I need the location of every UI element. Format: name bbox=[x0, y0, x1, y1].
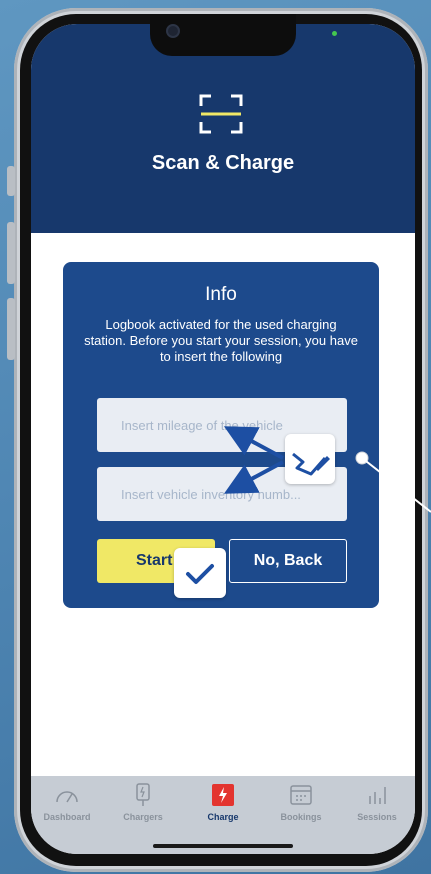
bottom-tab-bar: Dashboard Chargers Charge Bookings Sessi… bbox=[31, 776, 415, 854]
tab-sessions[interactable]: Sessions bbox=[341, 782, 413, 836]
edit-badge bbox=[285, 434, 335, 484]
check-badge bbox=[174, 548, 226, 598]
dialog-message: Logbook activated for the used charging … bbox=[84, 317, 358, 364]
check-icon bbox=[186, 564, 214, 584]
calendar-icon bbox=[290, 785, 312, 805]
dialog-title: Info bbox=[205, 284, 237, 305]
tab-label: Chargers bbox=[123, 812, 163, 822]
pen-edit-icon bbox=[292, 452, 330, 476]
status-dot bbox=[332, 31, 337, 36]
tab-label: Bookings bbox=[280, 812, 322, 822]
tab-chargers[interactable]: Chargers bbox=[107, 782, 179, 836]
app-screen: Scan & Charge Info Logbook activated for… bbox=[31, 24, 415, 854]
speedometer-icon bbox=[56, 791, 78, 803]
tab-label: Charge bbox=[207, 812, 239, 822]
tab-bookings[interactable]: Bookings bbox=[265, 782, 337, 836]
notch bbox=[150, 14, 296, 56]
page-title: Scan & Charge bbox=[151, 152, 295, 174]
tab-charge[interactable]: Charge bbox=[187, 782, 259, 836]
lightning-icon bbox=[212, 784, 234, 806]
bar-chart-icon bbox=[369, 787, 386, 804]
home-indicator bbox=[153, 844, 293, 848]
no-back-button[interactable]: No, Back bbox=[229, 539, 347, 583]
tab-dashboard[interactable]: Dashboard bbox=[31, 782, 103, 836]
mute-switch bbox=[7, 166, 15, 196]
volume-up-button bbox=[7, 222, 15, 284]
charger-icon bbox=[136, 783, 150, 806]
tab-label: Dashboard bbox=[43, 812, 91, 822]
scan-frame-icon bbox=[199, 94, 243, 134]
tab-label: Sessions bbox=[357, 812, 397, 822]
camera-icon bbox=[166, 24, 180, 38]
volume-down-button bbox=[7, 298, 15, 360]
